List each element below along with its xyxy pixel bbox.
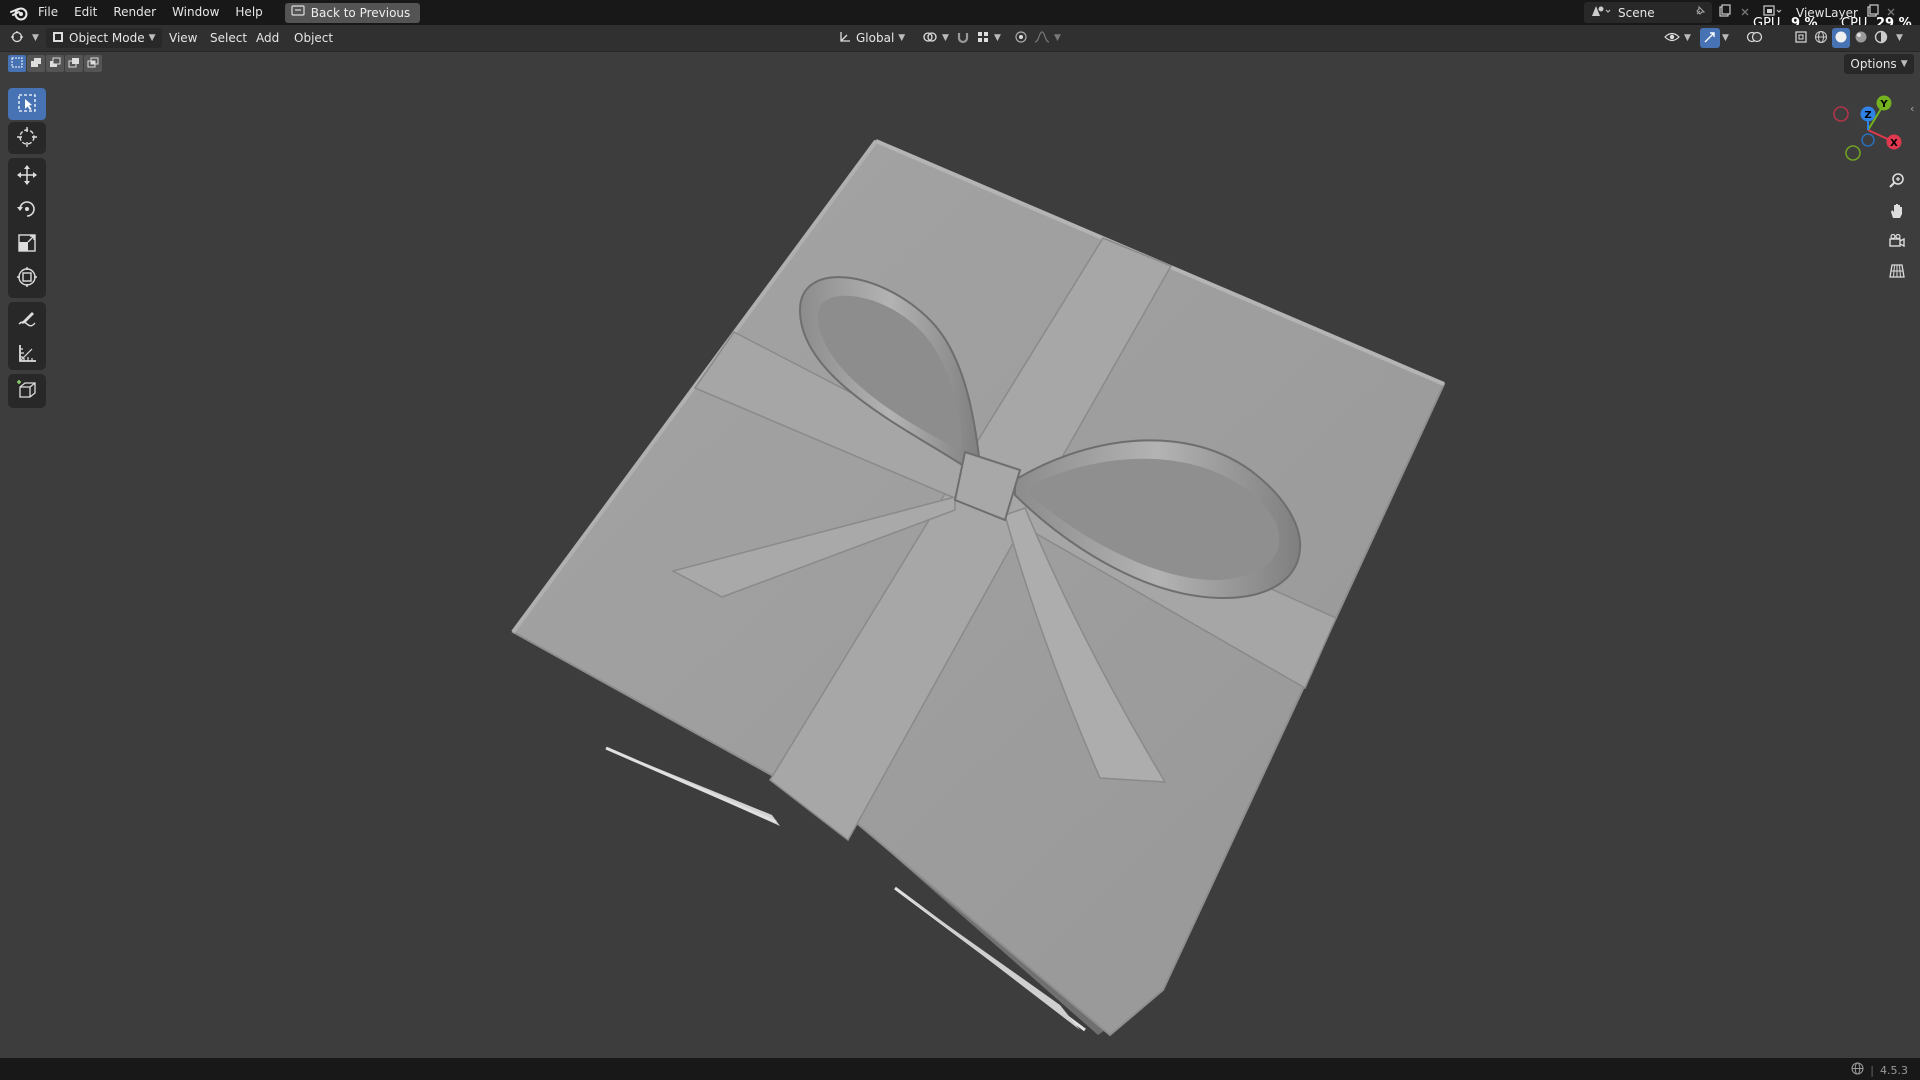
gift-box-model[interactable] xyxy=(0,0,1920,1080)
gizmo-z-label: Z xyxy=(1864,110,1871,121)
chevron-down-icon: ▼ xyxy=(1900,59,1908,69)
version-number: 4.5.3 xyxy=(1880,1063,1908,1077)
zoom-button[interactable] xyxy=(1882,168,1912,196)
status-bar: | 4.5.3 xyxy=(0,1058,1920,1080)
camera-icon xyxy=(1888,232,1906,253)
grid-perspective-icon xyxy=(1888,262,1906,283)
navigation-gizmo[interactable]: X Y Z xyxy=(1830,92,1906,164)
gizmo-x-label: X xyxy=(1890,138,1898,149)
network-globe-icon xyxy=(1851,1062,1864,1078)
pan-button[interactable] xyxy=(1882,198,1912,226)
zoom-magnifier-icon xyxy=(1888,172,1906,193)
pan-hand-icon xyxy=(1888,202,1906,223)
gizmo-neg-y-icon[interactable] xyxy=(1845,145,1861,161)
gizmo-neg-x-icon[interactable] xyxy=(1833,106,1849,122)
camera-view-button[interactable] xyxy=(1882,228,1912,256)
gizmo-neg-z-icon[interactable] xyxy=(1861,133,1875,147)
version-info: | 4.5.3 xyxy=(1851,1062,1908,1078)
gizmo-y-label: Y xyxy=(1879,99,1888,110)
sidebar-toggle-icon[interactable]: ‹ xyxy=(1910,102,1914,115)
options-dropdown[interactable]: Options ▼ xyxy=(1844,54,1914,74)
perspective-toggle-button[interactable] xyxy=(1882,258,1912,286)
options-label: Options xyxy=(1850,57,1897,71)
